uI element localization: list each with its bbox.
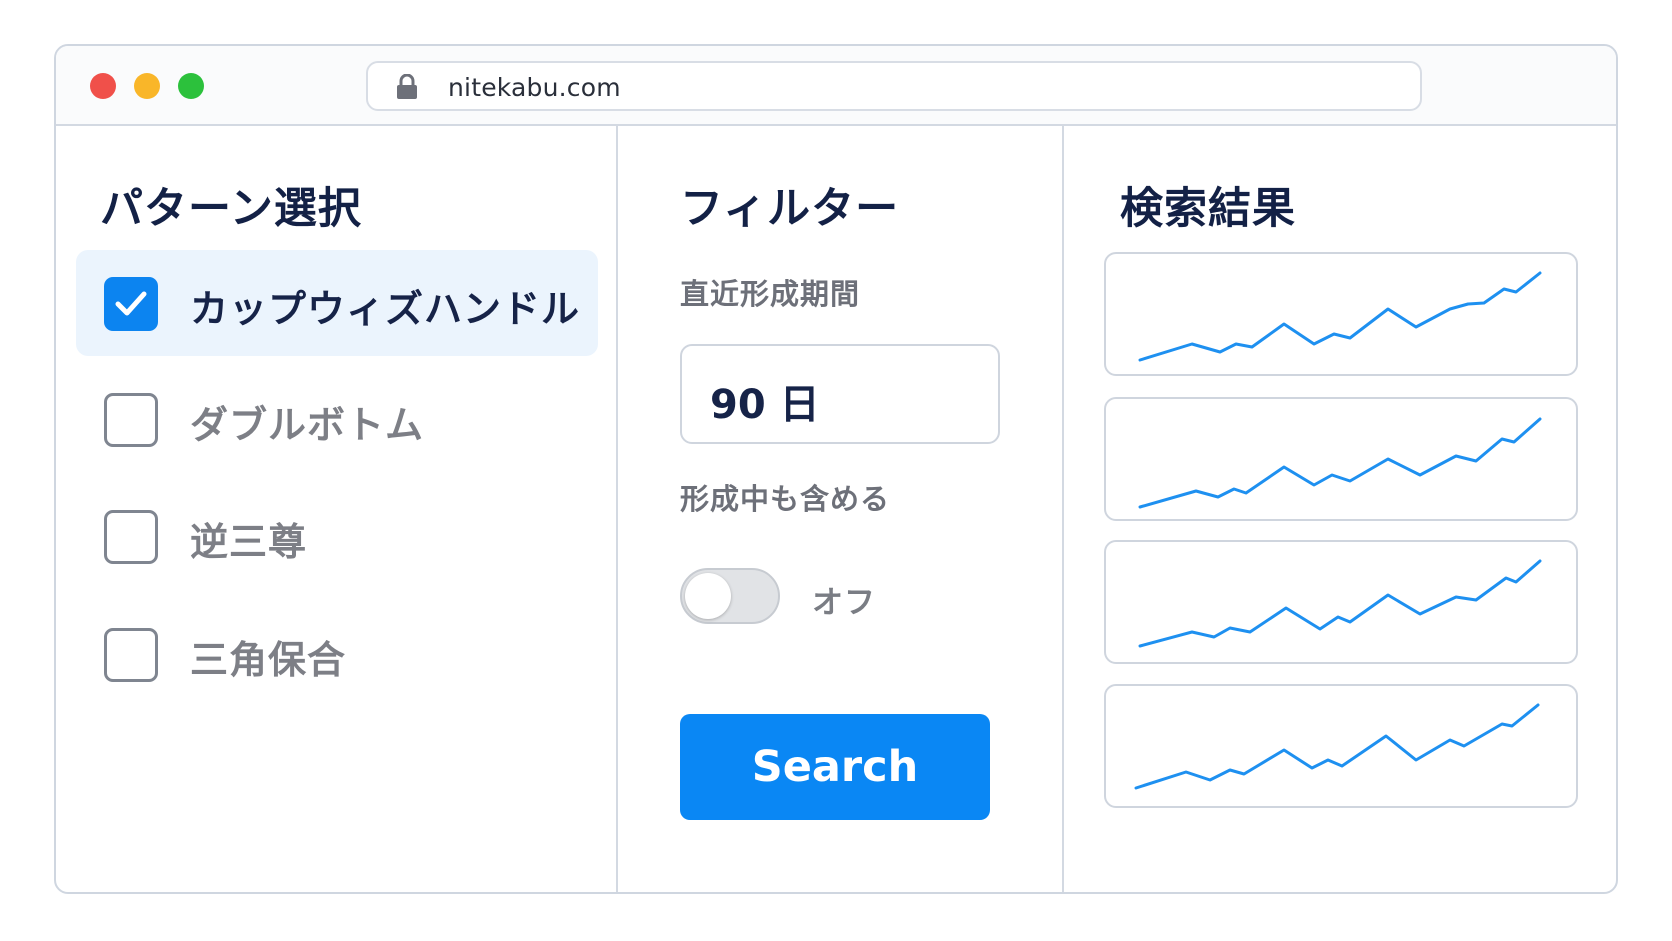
sparkline bbox=[1138, 271, 1542, 362]
result-card[interactable] bbox=[1104, 252, 1578, 376]
url-text: nitekabu.com bbox=[448, 73, 621, 102]
pattern-checkbox[interactable] bbox=[104, 510, 158, 564]
maximize-window-button[interactable] bbox=[178, 73, 204, 99]
search-button[interactable]: Search bbox=[680, 714, 990, 820]
pattern-selection-title: パターン選択 bbox=[100, 184, 362, 234]
toggle-knob bbox=[685, 573, 731, 619]
lock-icon bbox=[396, 73, 418, 100]
pattern-checkbox[interactable] bbox=[104, 628, 158, 682]
address-bar[interactable]: nitekabu.com bbox=[366, 61, 1422, 111]
result-card[interactable] bbox=[1104, 684, 1578, 808]
pattern-selection-panel: パターン選択 カップウィズハンドル ダブルボトム 逆三尊 三角保合 bbox=[56, 126, 618, 892]
pattern-label: カップウィズハンドル bbox=[190, 287, 581, 331]
sparkline bbox=[1138, 559, 1542, 648]
minimize-window-button[interactable] bbox=[134, 73, 160, 99]
sparkline-chart bbox=[1138, 417, 1542, 509]
filter-title: フィルター bbox=[680, 184, 900, 234]
sparkline bbox=[1134, 703, 1540, 790]
forming-toggle-state: オフ bbox=[812, 585, 876, 621]
sparkline-chart bbox=[1134, 703, 1540, 790]
browser-window: nitekabu.com パターン選択 カップウィズハンドル ダブルボトム 逆三… bbox=[54, 44, 1618, 894]
pattern-label: 三角保合 bbox=[190, 638, 347, 682]
period-label: 直近形成期間 bbox=[680, 277, 861, 311]
period-input[interactable]: 90 日 bbox=[680, 344, 1000, 444]
result-card[interactable] bbox=[1104, 397, 1578, 521]
pattern-option-triangle[interactable]: 三角保合 bbox=[76, 601, 598, 707]
forming-toggle[interactable] bbox=[680, 568, 780, 624]
pattern-option-cup-with-handle[interactable]: カップウィズハンドル bbox=[76, 250, 598, 356]
pattern-label: 逆三尊 bbox=[190, 520, 308, 564]
pattern-option-inverse-head-shoulders[interactable]: 逆三尊 bbox=[76, 483, 598, 589]
close-window-button[interactable] bbox=[90, 73, 116, 99]
result-card[interactable] bbox=[1104, 540, 1578, 664]
pattern-checkbox[interactable] bbox=[104, 277, 158, 331]
sparkline-chart bbox=[1138, 271, 1542, 362]
pattern-option-double-bottom[interactable]: ダブルボトム bbox=[76, 366, 598, 472]
sparkline-chart bbox=[1138, 559, 1542, 648]
browser-titlebar: nitekabu.com bbox=[56, 46, 1616, 126]
sparkline bbox=[1138, 417, 1542, 509]
pattern-label: ダブルボトム bbox=[190, 403, 425, 447]
results-panel: 検索結果 bbox=[1064, 126, 1616, 892]
filter-panel: フィルター 直近形成期間 90 日 形成中も含める オフ Search bbox=[618, 126, 1064, 892]
pattern-checkbox[interactable] bbox=[104, 393, 158, 447]
checkmark-icon bbox=[115, 291, 147, 316]
period-value: 90 日 bbox=[710, 382, 820, 428]
forming-label: 形成中も含める bbox=[680, 482, 891, 516]
results-title: 検索結果 bbox=[1120, 184, 1296, 234]
